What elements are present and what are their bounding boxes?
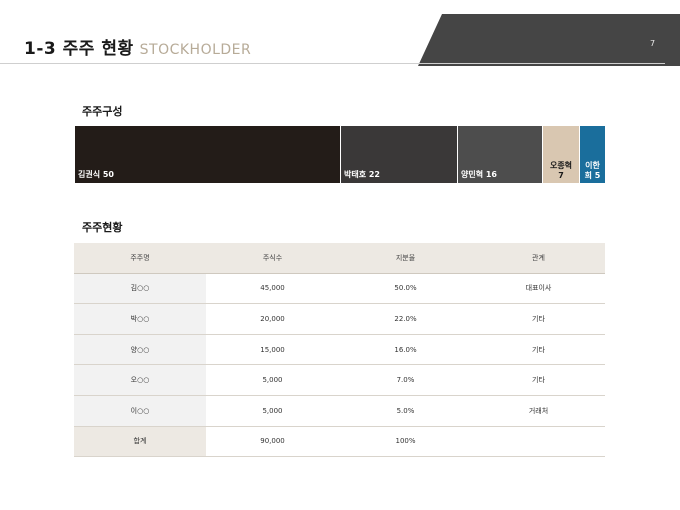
cell-relation: 대표이사: [472, 273, 605, 305]
cell-shares: 45,000: [206, 273, 339, 305]
bar-segment-park: 박태호 22: [340, 126, 457, 183]
cell-relation: 기타: [472, 303, 605, 335]
holders-heading: 주주현황: [82, 221, 123, 234]
shareholder-composition-bar: 김권식 50 박태호 22 양민혁 16 오종혁 7 이한 희 5: [75, 126, 605, 183]
table-row: 김○○ 45,000 50.0% 대표이사: [74, 273, 605, 305]
cell-shares: 15,000: [206, 334, 339, 366]
bar-label-oh-value: 7: [558, 171, 564, 180]
bar-segment-lee: 이한 희 5: [579, 126, 605, 183]
table-header-row: 주주명 주식수 지분율 관계: [74, 243, 605, 274]
cell-name: 박○○: [74, 303, 206, 335]
table-row: 양○○ 15,000 16.0% 기타: [74, 334, 605, 366]
cell-name: 오○○: [74, 364, 206, 396]
cell-relation: 기타: [472, 334, 605, 366]
total-label: 합계: [74, 426, 206, 458]
col-header-ratio: 지분율: [339, 243, 472, 274]
bar-segment-oh: 오종혁 7: [542, 126, 579, 183]
page-title-main: 1-3 주주 현황: [24, 39, 134, 59]
total-shares: 90,000: [206, 426, 339, 458]
bar-segment-yang: 양민혁 16: [457, 126, 542, 183]
cell-ratio: 50.0%: [339, 273, 472, 305]
cell-ratio: 22.0%: [339, 303, 472, 335]
total-relation: [472, 426, 605, 458]
cell-relation: 기타: [472, 364, 605, 396]
bar-label-oh-name: 오종혁: [549, 161, 573, 170]
cell-shares: 20,000: [206, 303, 339, 335]
table-row: 오○○ 5,000 7.0% 기타: [74, 364, 605, 396]
bar-label-park: 박태호 22: [344, 170, 380, 179]
cell-name: 이○○: [74, 395, 206, 427]
col-header-relation: 관계: [472, 243, 605, 274]
col-header-name: 주주명: [74, 243, 206, 274]
composition-heading: 주주구성: [82, 105, 123, 118]
page-title: 1-3 주주 현황 STOCKHOLDER: [24, 34, 251, 59]
shareholder-table: 주주명 주식수 지분율 관계 김○○ 45,000 50.0% 대표이사 박○○…: [74, 243, 605, 458]
bar-label-lee: 이한 희 5: [580, 161, 605, 181]
cell-shares: 5,000: [206, 364, 339, 396]
bar-label-lee-value: 희 5: [584, 171, 601, 180]
col-header-shares: 주식수: [206, 243, 339, 274]
bar-label-lee-name: 이한: [585, 161, 600, 170]
bar-label-kim: 김권식 50: [78, 170, 114, 179]
cell-ratio: 16.0%: [339, 334, 472, 366]
total-ratio: 100%: [339, 426, 472, 458]
bar-label-yang: 양민혁 16: [461, 170, 497, 179]
cell-name: 김○○: [74, 273, 206, 305]
cell-name: 양○○: [74, 334, 206, 366]
bar-segment-kim: 김권식 50: [75, 126, 340, 183]
cell-ratio: 5.0%: [339, 395, 472, 427]
table-row: 박○○ 20,000 22.0% 기타: [74, 303, 605, 335]
cell-ratio: 7.0%: [339, 364, 472, 396]
table-row: 이○○ 5,000 5.0% 거래처: [74, 395, 605, 427]
cell-shares: 5,000: [206, 395, 339, 427]
page-title-subtitle: STOCKHOLDER: [139, 42, 252, 58]
cell-relation: 거래처: [472, 395, 605, 427]
header-divider: [0, 63, 665, 64]
table-total-row: 합계 90,000 100%: [74, 426, 605, 458]
page-number: 7: [650, 39, 656, 48]
bar-label-oh: 오종혁 7: [543, 161, 579, 181]
